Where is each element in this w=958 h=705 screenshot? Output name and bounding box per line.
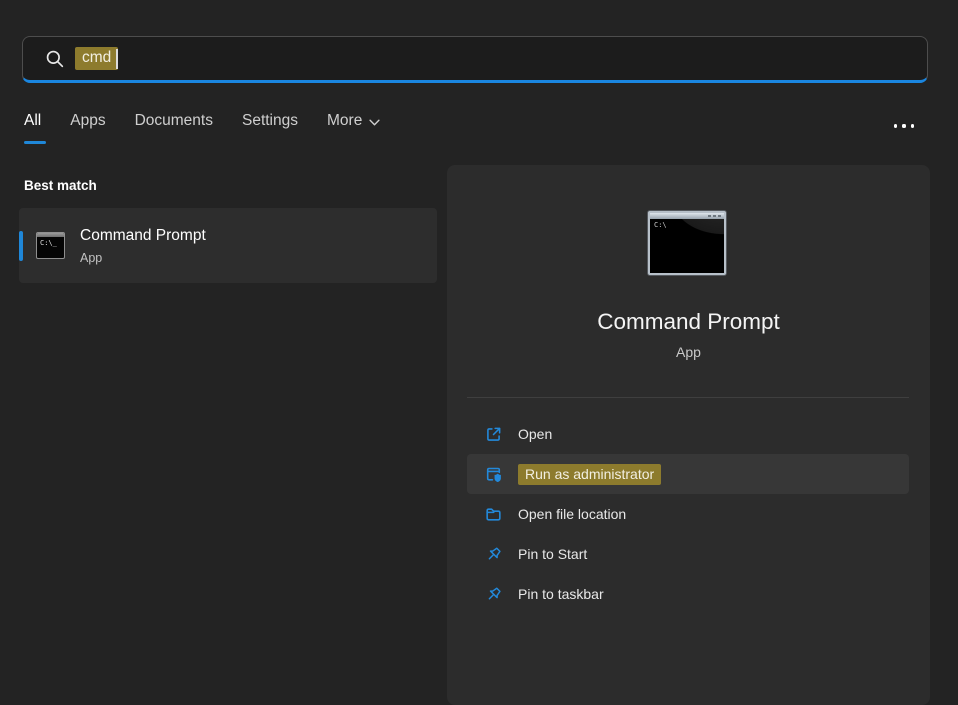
action-pin-to-taskbar[interactable]: Pin to taskbar: [467, 574, 909, 614]
action-run-as-administrator[interactable]: Run as administrator: [467, 454, 909, 494]
action-open-label: Open: [518, 426, 552, 442]
action-pin-to-taskbar-label: Pin to taskbar: [518, 586, 604, 602]
action-list: Open Run as administrator Open file loca…: [467, 414, 909, 614]
app-type-label: App: [447, 344, 930, 360]
action-open[interactable]: Open: [467, 414, 909, 454]
action-open-file-location[interactable]: Open file location: [467, 494, 909, 534]
command-prompt-icon: C:\_: [36, 232, 65, 259]
tab-apps-label: Apps: [70, 112, 105, 130]
best-match-heading: Best match: [24, 178, 97, 193]
action-pin-to-start-label: Pin to Start: [518, 546, 587, 562]
tab-apps[interactable]: Apps: [70, 112, 105, 144]
search-input[interactable]: cmd: [75, 47, 118, 70]
more-options-button[interactable]: [884, 112, 924, 140]
pin-icon: [484, 545, 503, 564]
tab-documents-label: Documents: [135, 112, 213, 130]
selection-indicator: [19, 231, 23, 261]
app-title: Command Prompt: [447, 309, 930, 335]
tab-documents[interactable]: Documents: [135, 112, 213, 144]
tab-settings[interactable]: Settings: [242, 112, 298, 144]
best-match-result-command-prompt[interactable]: C:\_ Command Prompt App: [19, 208, 437, 283]
divider: [467, 397, 909, 398]
search-box[interactable]: cmd: [22, 36, 928, 83]
ellipsis-icon: [894, 124, 897, 127]
tab-settings-label: Settings: [242, 112, 298, 130]
preview-panel: C:\ Command Prompt App Open Run as admin…: [447, 165, 930, 705]
pin-icon: [484, 585, 503, 604]
tab-more-label: More: [327, 112, 362, 130]
run-as-admin-shield-icon: [484, 465, 503, 484]
action-open-file-location-label: Open file location: [518, 506, 626, 522]
command-prompt-icon-large: C:\: [648, 211, 726, 275]
chevron-down-icon: [369, 119, 380, 126]
search-query-text: cmd: [75, 47, 118, 70]
tab-all-label: All: [24, 112, 41, 130]
action-run-as-administrator-label: Run as administrator: [518, 464, 661, 485]
active-tab-underline: [24, 141, 46, 145]
text-caret: [116, 49, 118, 69]
tab-all[interactable]: All: [24, 112, 41, 144]
action-pin-to-start[interactable]: Pin to Start: [467, 534, 909, 574]
search-icon: [45, 49, 65, 69]
result-title: Command Prompt: [80, 227, 206, 245]
search-filter-tabs: All Apps Documents Settings More: [24, 112, 380, 144]
tab-more[interactable]: More: [327, 112, 380, 144]
open-external-icon: [484, 425, 503, 444]
result-subtitle: App: [80, 251, 206, 265]
folder-icon: [484, 505, 503, 524]
